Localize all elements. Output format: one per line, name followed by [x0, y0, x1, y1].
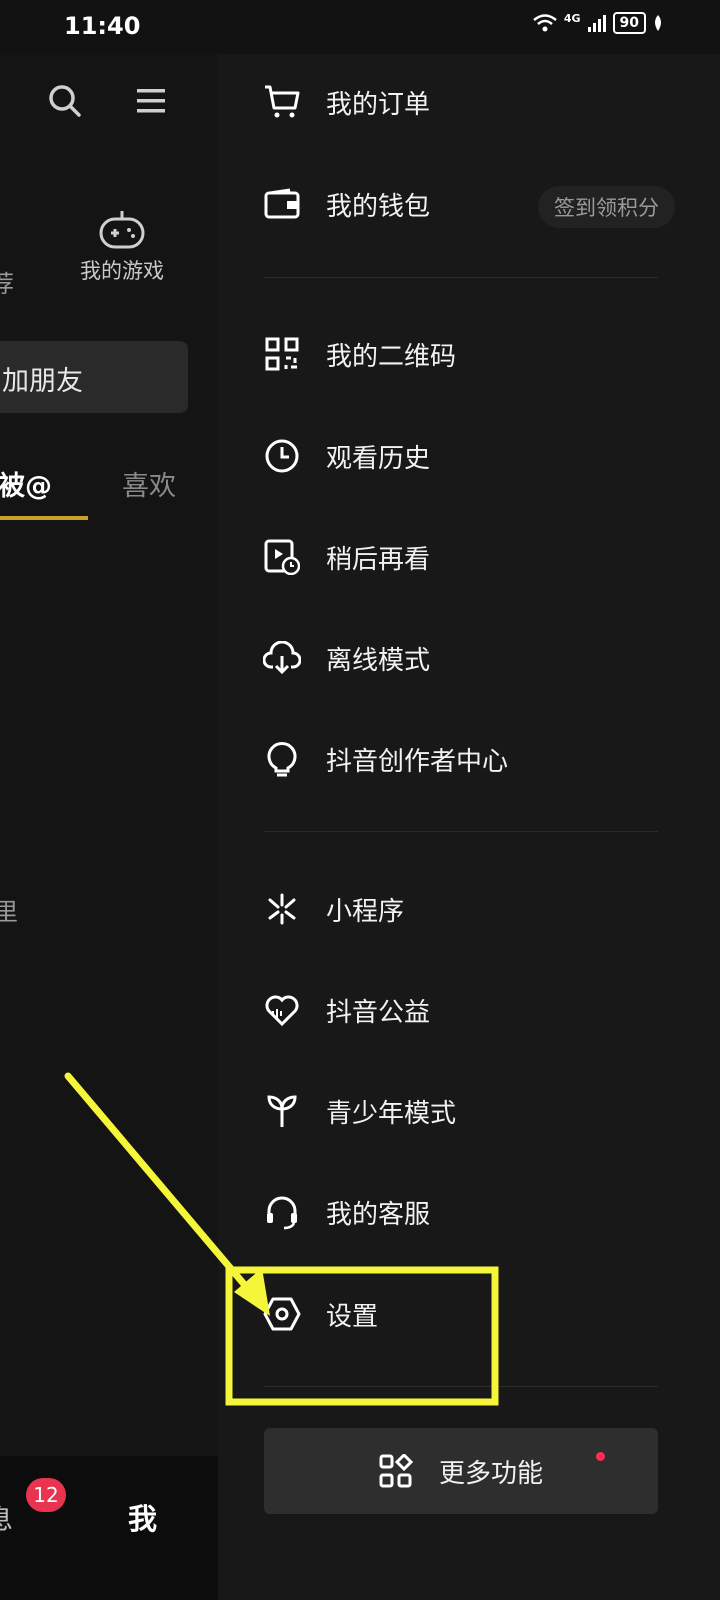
annotation-highlight-box: [225, 1266, 499, 1406]
annotation-arrow-shaft: [64, 1072, 258, 1300]
tutorial-annotation-overlay: [64, 1072, 499, 1406]
